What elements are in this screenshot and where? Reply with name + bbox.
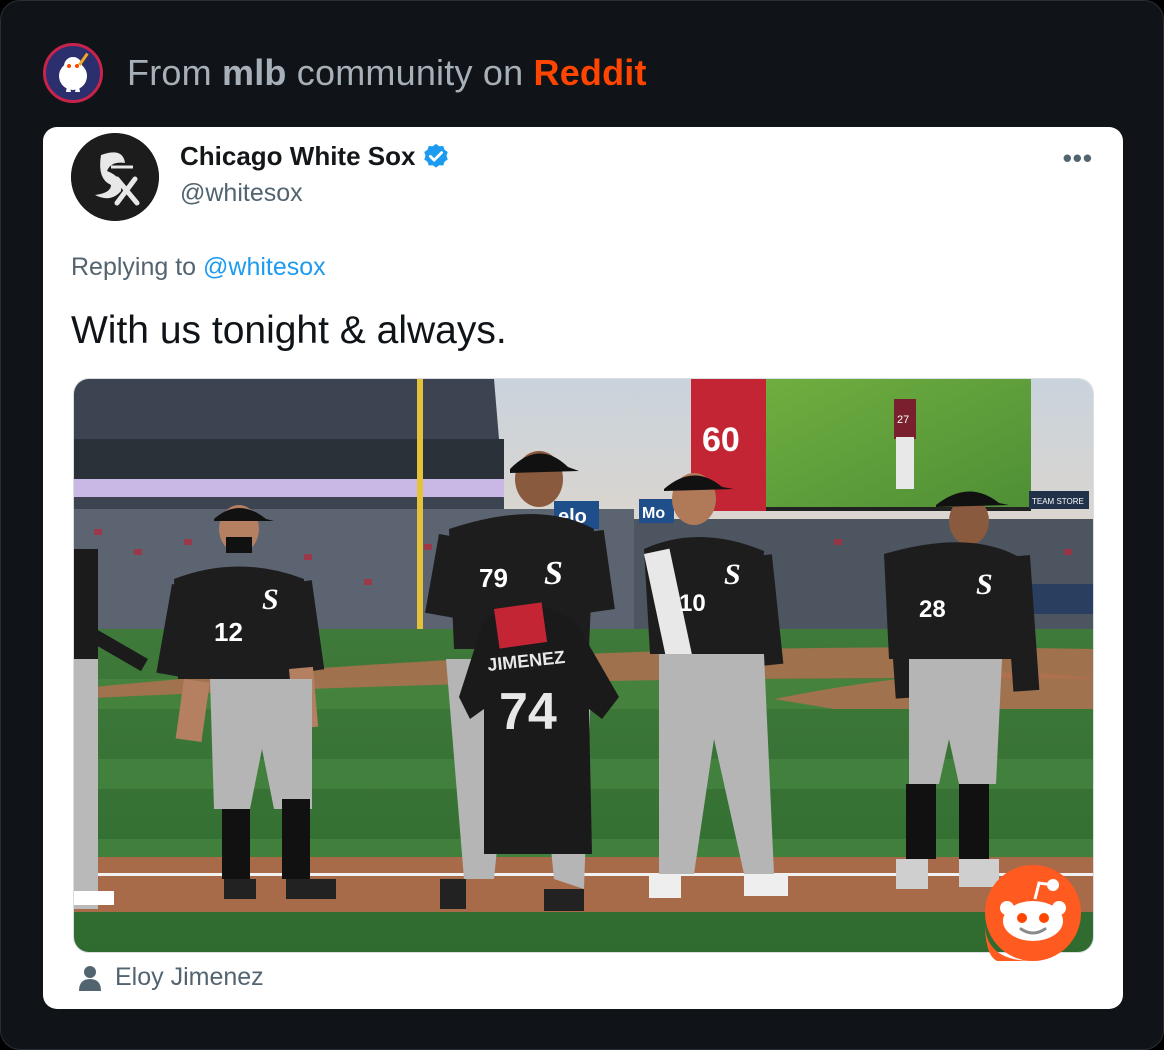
snoo-icon[interactable]: [43, 43, 103, 103]
jersey-number-79: 79: [479, 563, 508, 593]
svg-text:S: S: [262, 583, 279, 616]
tweet-card: Chicago White Sox @whitesox ••• Replying…: [43, 127, 1123, 1009]
reddit-snoo-badge-icon[interactable]: [983, 863, 1083, 963]
sign-partial-2: Mo: [642, 505, 665, 522]
replying-to-mention[interactable]: @whitesox: [203, 253, 326, 281]
svg-text:S: S: [724, 558, 741, 591]
caption-text: Eloy Jimenez: [115, 963, 264, 991]
more-options-icon[interactable]: •••: [1063, 143, 1093, 174]
replying-prefix: Replying to: [71, 253, 204, 281]
jersey-number-28: 28: [919, 596, 946, 623]
embed-header: From mlb community on Reddit: [43, 43, 647, 103]
photo-caption: Eloy Jimenez: [79, 963, 264, 992]
tweet-text: With us tonight & always.: [71, 309, 507, 352]
scoreboard-player-number: 27: [897, 414, 909, 426]
svg-text:S: S: [544, 555, 563, 592]
team-store-sign: TEAM STORE: [1032, 497, 1084, 506]
jersey-number-10: 10: [679, 590, 706, 617]
jersey-number-12: 12: [214, 617, 243, 647]
white-sox-logo-avatar[interactable]: [71, 133, 159, 221]
display-name[interactable]: Chicago White Sox: [180, 141, 415, 172]
embed-source-label: From mlb community on Reddit: [127, 52, 647, 94]
held-jersey-number: 74: [499, 683, 557, 741]
tweet-photo[interactable]: elo Mo 60 27 TEAM STORE 12 S 79 S JIMENE…: [73, 378, 1094, 953]
person-icon: [79, 965, 101, 991]
embed-frame: From mlb community on Reddit Chicago Whi…: [0, 0, 1164, 1050]
reddit-link[interactable]: Reddit: [534, 52, 647, 93]
scoreboard-number: 60: [702, 421, 740, 459]
header-prefix: From: [127, 52, 222, 93]
header-middle: community on: [286, 52, 534, 93]
replying-to-line: Replying to @whitesox: [71, 253, 326, 282]
verified-badge-icon: [424, 143, 449, 168]
community-link[interactable]: mlb: [222, 52, 287, 93]
svg-text:S: S: [976, 568, 993, 601]
tweet-author-name[interactable]: Chicago White Sox: [180, 141, 451, 172]
tweet-author-handle[interactable]: @whitesox: [180, 179, 303, 208]
